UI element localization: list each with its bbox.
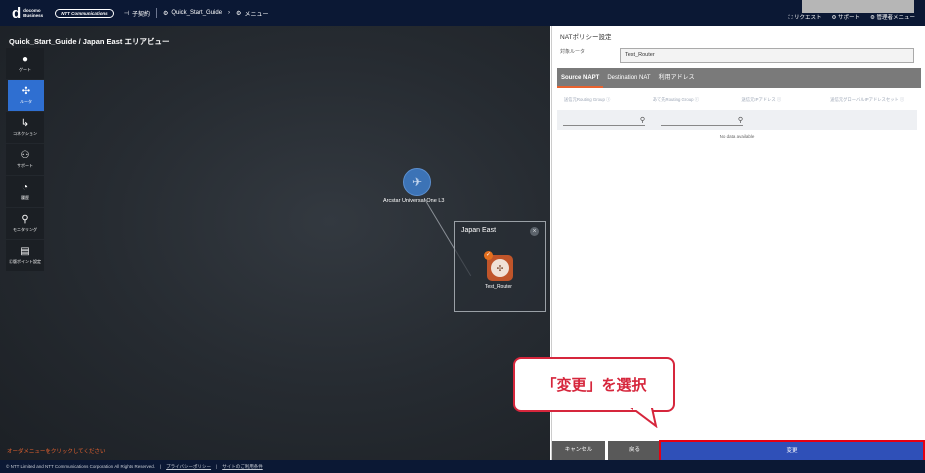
page-title: Quick_Start_Guide / Japan East エリアビュー xyxy=(9,37,170,46)
sidebar: ● ゲート ✣ ルータ ↳ コネクション ⚇ サポート ◔ 履歴 ⚲ モニタリング ▤ Ⓒ版ポ… xyxy=(6,48,44,272)
sidebar-item-label: Ⓒ版ポイント設定 xyxy=(9,259,41,264)
sidebar-item-label: モニタリング xyxy=(13,227,37,232)
settings-icon: ⚙ xyxy=(236,10,242,17)
endpoint-icon: ▤ xyxy=(20,246,30,257)
tab-destination-nat[interactable]: Destination NAT xyxy=(603,68,654,88)
copyright: © NTT Limited and NTT Communications Cor… xyxy=(6,464,155,469)
sidebar-item-router[interactable]: ✣ ルータ xyxy=(8,80,44,111)
admin-label: 管理者メニュー xyxy=(876,15,915,21)
logo-text: docomo Business xyxy=(23,8,43,18)
sidebar-item-label: 履歴 xyxy=(21,195,29,200)
admin-menu-link[interactable]: ⚙ 管理者メニュー xyxy=(870,13,915,22)
workspace-selector[interactable]: ⚙ Quick_Start_Guide xyxy=(163,10,222,17)
sidebar-item-label: ルータ xyxy=(20,99,32,104)
sidebar-item-label: ゲート xyxy=(19,67,31,72)
sidebar-item-label: コネクション xyxy=(13,131,37,136)
filter-row: ⚲ ⚲ xyxy=(557,110,917,130)
cloud-label: Arcstar Universal One L3 xyxy=(383,198,445,204)
hierarchy-icon: ⊣ xyxy=(123,10,129,17)
sidebar-item-support[interactable]: ⚇ サポート xyxy=(6,144,44,175)
search-icon: ⚲ xyxy=(737,117,743,124)
project-label: 子契約 xyxy=(131,11,150,18)
column-header[interactable]: 送信元IPアドレス ⓘ xyxy=(742,97,831,103)
support-icon: ⚇ xyxy=(20,150,30,161)
source-group-search-input[interactable]: ⚲ xyxy=(563,116,645,126)
tab-source-napt[interactable]: Source NAPT xyxy=(557,68,604,88)
sidebar-item-history[interactable]: ◔ 履歴 xyxy=(6,176,44,207)
column-header[interactable]: 送信元Routing Group ⓘ xyxy=(564,97,653,103)
user-area xyxy=(802,0,914,13)
project-selector[interactable]: ⊣ 子契約 xyxy=(124,9,150,18)
column-header[interactable]: あて先Routing Group ⓘ xyxy=(653,97,742,103)
top-bar: d docomo Business NTT Communications ⊣ 子契約… xyxy=(0,0,925,26)
request-link[interactable]: ⛶ リクエスト xyxy=(789,13,822,22)
empty-message: No data available xyxy=(719,134,755,139)
tab-address[interactable]: 利用アドレス xyxy=(655,68,699,88)
menu-label: メニュー xyxy=(244,11,269,18)
support-link[interactable]: ⚙ サポート xyxy=(832,13,860,22)
search-icon: ⚲ xyxy=(639,117,645,124)
region-title: Japan East xyxy=(461,227,497,234)
column-header[interactable]: 送信元グローバルIPアドレスセット ⓘ xyxy=(830,97,919,103)
router-icon: ✣ xyxy=(491,259,509,277)
chevron-right-icon: › xyxy=(228,10,231,16)
footer: © NTT Limited and NTT Communications Cor… xyxy=(0,460,925,473)
connection-icon: ↳ xyxy=(20,118,30,129)
sidebar-item-connection[interactable]: ↳ コネクション xyxy=(6,112,44,143)
divider: | xyxy=(159,464,162,469)
ntt-logo: NTT Communications xyxy=(55,8,114,18)
menu-button[interactable]: ⚙ メニュー xyxy=(236,9,268,18)
support-label: サポート xyxy=(838,15,861,21)
router-label: Test_Router xyxy=(485,284,512,290)
sidebar-item-gate[interactable]: ● ゲート xyxy=(6,48,44,79)
order-hint: オーダメニューをクリックしてください xyxy=(7,449,106,455)
area-map[interactable]: Quick_Start_Guide / Japan East エリアビュー ● ゲ… xyxy=(0,26,550,460)
gate-icon: ● xyxy=(21,54,29,65)
callout-annotation: 「変更」を選択 xyxy=(513,357,675,412)
cloud-network-icon[interactable]: ✈ xyxy=(403,168,431,196)
divider: | xyxy=(216,464,218,469)
divider xyxy=(155,8,157,18)
callout-tail xyxy=(630,408,658,428)
target-router-field: Test_Router xyxy=(620,48,914,63)
history-icon: ◔ xyxy=(21,182,29,193)
logo-mark: d xyxy=(12,4,22,22)
tab-bar: Source NAPT Destination NAT 利用アドレス xyxy=(557,68,921,88)
cancel-button[interactable]: キャンセル xyxy=(552,441,605,460)
terms-link[interactable]: サイトのご利用条件 xyxy=(222,464,263,470)
region-box[interactable]: Japan East × ✣ ✓ Test_Router xyxy=(454,221,546,312)
logo-line2: Business xyxy=(23,13,44,18)
target-router-label: 対象ルータ xyxy=(560,49,586,55)
close-icon[interactable]: × xyxy=(530,227,539,236)
privacy-link[interactable]: プライバシーポリシー xyxy=(166,464,211,470)
sidebar-item-endpoint[interactable]: ▤ Ⓒ版ポイント設定 xyxy=(6,240,44,271)
workspace-label: Quick_Start_Guide xyxy=(171,10,223,16)
router-icon: ✣ xyxy=(21,86,31,97)
back-button[interactable]: 戻る xyxy=(608,441,661,460)
sidebar-item-monitoring[interactable]: ⚲ モニタリング xyxy=(6,208,44,239)
panel-title: NATポリシー設定 xyxy=(560,34,612,41)
settings-icon: ⚙ xyxy=(162,10,169,17)
sidebar-item-label: サポート xyxy=(17,163,33,168)
request-label: リクエスト xyxy=(794,15,822,21)
monitoring-icon: ⚲ xyxy=(21,214,29,225)
table-header: 送信元Routing Group ⓘ あて先Routing Group ⓘ 送信… xyxy=(564,97,919,103)
check-icon: ✓ xyxy=(484,251,493,260)
docomo-business-logo[interactable]: d docomo Business xyxy=(12,6,43,21)
dest-group-search-input[interactable]: ⚲ xyxy=(661,116,743,126)
